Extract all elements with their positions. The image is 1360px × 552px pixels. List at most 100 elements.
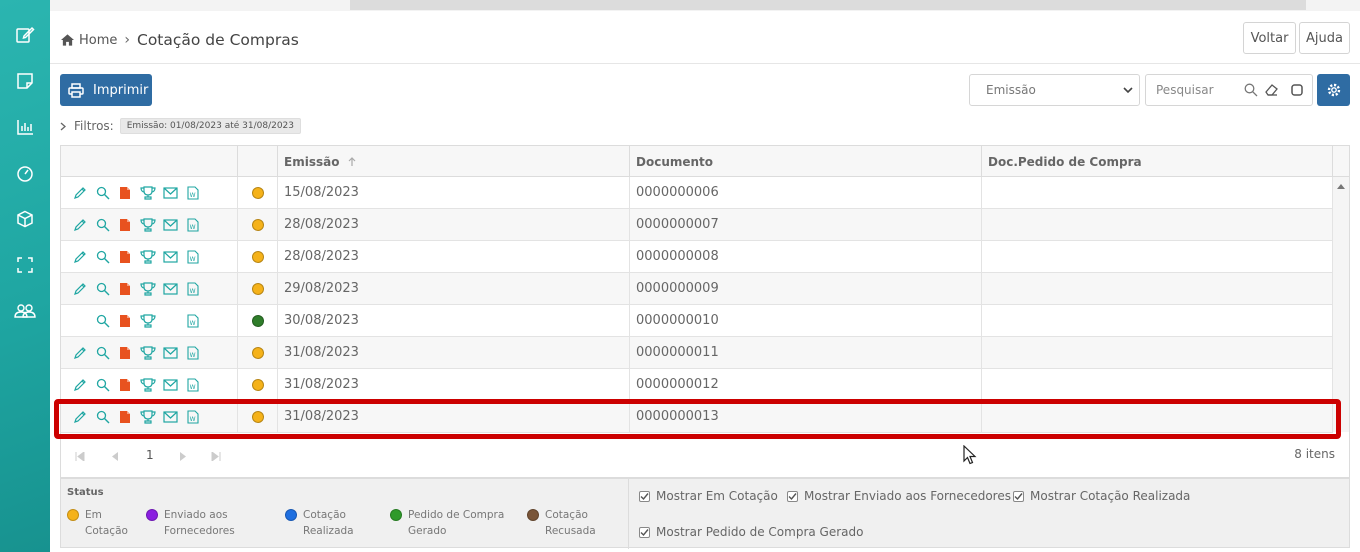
trophy-icon[interactable] — [137, 313, 160, 329]
search-icon[interactable] — [92, 313, 115, 329]
table-row[interactable]: W 31/08/2023 0000000013 — [61, 401, 1333, 433]
emissao-cell: 31/08/2023 — [278, 369, 630, 400]
table-row[interactable]: W 31/08/2023 0000000011 — [61, 337, 1333, 369]
search-icon[interactable] — [92, 185, 115, 201]
first-page-icon[interactable] — [75, 452, 85, 461]
show-realizada-checkbox[interactable]: Mostrar Cotação Realizada — [1013, 489, 1190, 503]
back-button[interactable]: Voltar — [1243, 22, 1296, 54]
checkbox-icon[interactable] — [1290, 83, 1304, 97]
eraser-icon[interactable] — [1264, 83, 1279, 97]
table-row[interactable]: W 29/08/2023 0000000009 — [61, 273, 1333, 305]
search-icon[interactable] — [92, 249, 115, 265]
chevron-down-icon — [1123, 87, 1133, 94]
trophy-icon[interactable] — [137, 345, 160, 361]
pdf-icon[interactable] — [114, 217, 137, 233]
show-em-cotacao-checkbox[interactable]: Mostrar Em Cotação — [639, 489, 778, 503]
pdf-icon[interactable] — [114, 345, 137, 361]
pdf-icon[interactable] — [114, 409, 137, 425]
word-icon[interactable]: W — [182, 409, 205, 425]
documento-column-header[interactable]: Documento — [630, 146, 982, 177]
date-field-select[interactable]: Emissão — [969, 74, 1140, 106]
help-button[interactable]: Ajuda — [1299, 22, 1350, 54]
trophy-icon[interactable] — [137, 217, 160, 233]
prev-page-icon[interactable] — [111, 452, 119, 461]
search-icon[interactable] — [92, 217, 115, 233]
svg-text:W: W — [189, 192, 195, 199]
trophy-icon[interactable] — [137, 377, 160, 393]
word-icon[interactable]: W — [182, 313, 205, 329]
emissao-cell: 15/08/2023 — [278, 177, 630, 208]
show-pedido-checkbox[interactable]: Mostrar Pedido de Compra Gerado — [639, 525, 863, 539]
table-row[interactable]: W 28/08/2023 0000000008 — [61, 241, 1333, 273]
chevron-right-icon[interactable] — [60, 122, 66, 131]
emissao-column-header[interactable]: Emissão — [278, 146, 630, 177]
search-icon[interactable] — [92, 281, 115, 297]
pdf-icon[interactable] — [114, 377, 137, 393]
email-icon[interactable] — [159, 185, 182, 201]
dashboard-icon[interactable] — [13, 161, 37, 185]
pdf-icon[interactable] — [114, 281, 137, 297]
print-button[interactable]: Imprimir — [60, 74, 152, 106]
email-icon[interactable] — [159, 409, 182, 425]
status-dot-icon — [251, 218, 264, 231]
page-number[interactable]: 1 — [146, 448, 154, 462]
top-scrollbar[interactable] — [50, 0, 1360, 11]
filter-chip[interactable]: Emissão: 01/08/2023 até 31/08/2023 — [119, 118, 302, 134]
doc-pedido-column-header[interactable]: Doc.Pedido de Compra — [982, 146, 1333, 177]
search-icon[interactable] — [1244, 83, 1258, 97]
edit-icon[interactable] — [69, 185, 92, 201]
word-icon[interactable]: W — [182, 249, 205, 265]
email-icon[interactable] — [159, 377, 182, 393]
email-icon[interactable] — [159, 249, 182, 265]
pdf-icon[interactable] — [114, 185, 137, 201]
show-enviado-checkbox[interactable]: Mostrar Enviado aos Fornecedores — [787, 489, 1011, 503]
table-row[interactable]: W 30/08/2023 0000000010 — [61, 305, 1333, 337]
cube-icon[interactable] — [13, 207, 37, 231]
breadcrumb-home[interactable]: Home — [79, 33, 117, 48]
status-cell — [238, 337, 278, 368]
edit-note-icon[interactable] — [13, 23, 37, 47]
legend-enviado: Enviado aos Fornecedores — [146, 507, 235, 539]
search-icon[interactable] — [92, 345, 115, 361]
pdf-icon[interactable] — [114, 313, 137, 329]
trophy-icon[interactable] — [137, 185, 160, 201]
fullscreen-icon[interactable] — [13, 253, 37, 277]
status-cell — [238, 209, 278, 240]
scroll-up-icon[interactable] — [1337, 183, 1345, 189]
search-icon[interactable] — [92, 409, 115, 425]
status-legend-panel: Status Em Cotação Enviado aos Fornecedores… — [60, 478, 1350, 549]
users-icon[interactable] — [13, 299, 37, 323]
grid-scrollbar[interactable] — [1333, 177, 1349, 432]
table-row[interactable]: W 15/08/2023 0000000006 — [61, 177, 1333, 209]
settings-button[interactable] — [1317, 74, 1350, 106]
note-icon[interactable] — [13, 69, 37, 93]
email-icon[interactable] — [159, 345, 182, 361]
word-icon[interactable]: W — [182, 377, 205, 393]
email-icon[interactable] — [159, 281, 182, 297]
next-page-icon[interactable] — [179, 452, 187, 461]
pdf-icon[interactable] — [114, 249, 137, 265]
doc-pedido-cell — [982, 337, 1333, 368]
trophy-icon[interactable] — [137, 249, 160, 265]
home-icon — [61, 34, 74, 46]
edit-icon[interactable] — [69, 345, 92, 361]
edit-icon[interactable] — [69, 217, 92, 233]
filters-bar[interactable]: Filtros: Emissão: 01/08/2023 até 31/08/2… — [60, 118, 302, 134]
word-icon[interactable]: W — [182, 217, 205, 233]
edit-icon[interactable] — [69, 377, 92, 393]
edit-icon[interactable] — [69, 249, 92, 265]
email-icon[interactable] — [159, 217, 182, 233]
word-icon[interactable]: W — [182, 185, 205, 201]
search-input[interactable]: Pesquisar — [1145, 74, 1313, 106]
table-row[interactable]: W 28/08/2023 0000000007 — [61, 209, 1333, 241]
bar-chart-icon[interactable] — [13, 115, 37, 139]
word-icon[interactable]: W — [182, 345, 205, 361]
last-page-icon[interactable] — [211, 452, 221, 461]
edit-icon[interactable] — [69, 409, 92, 425]
edit-icon[interactable] — [69, 281, 92, 297]
trophy-icon[interactable] — [137, 409, 160, 425]
trophy-icon[interactable] — [137, 281, 160, 297]
search-icon[interactable] — [92, 377, 115, 393]
table-row[interactable]: W 31/08/2023 0000000012 — [61, 369, 1333, 401]
word-icon[interactable]: W — [182, 281, 205, 297]
